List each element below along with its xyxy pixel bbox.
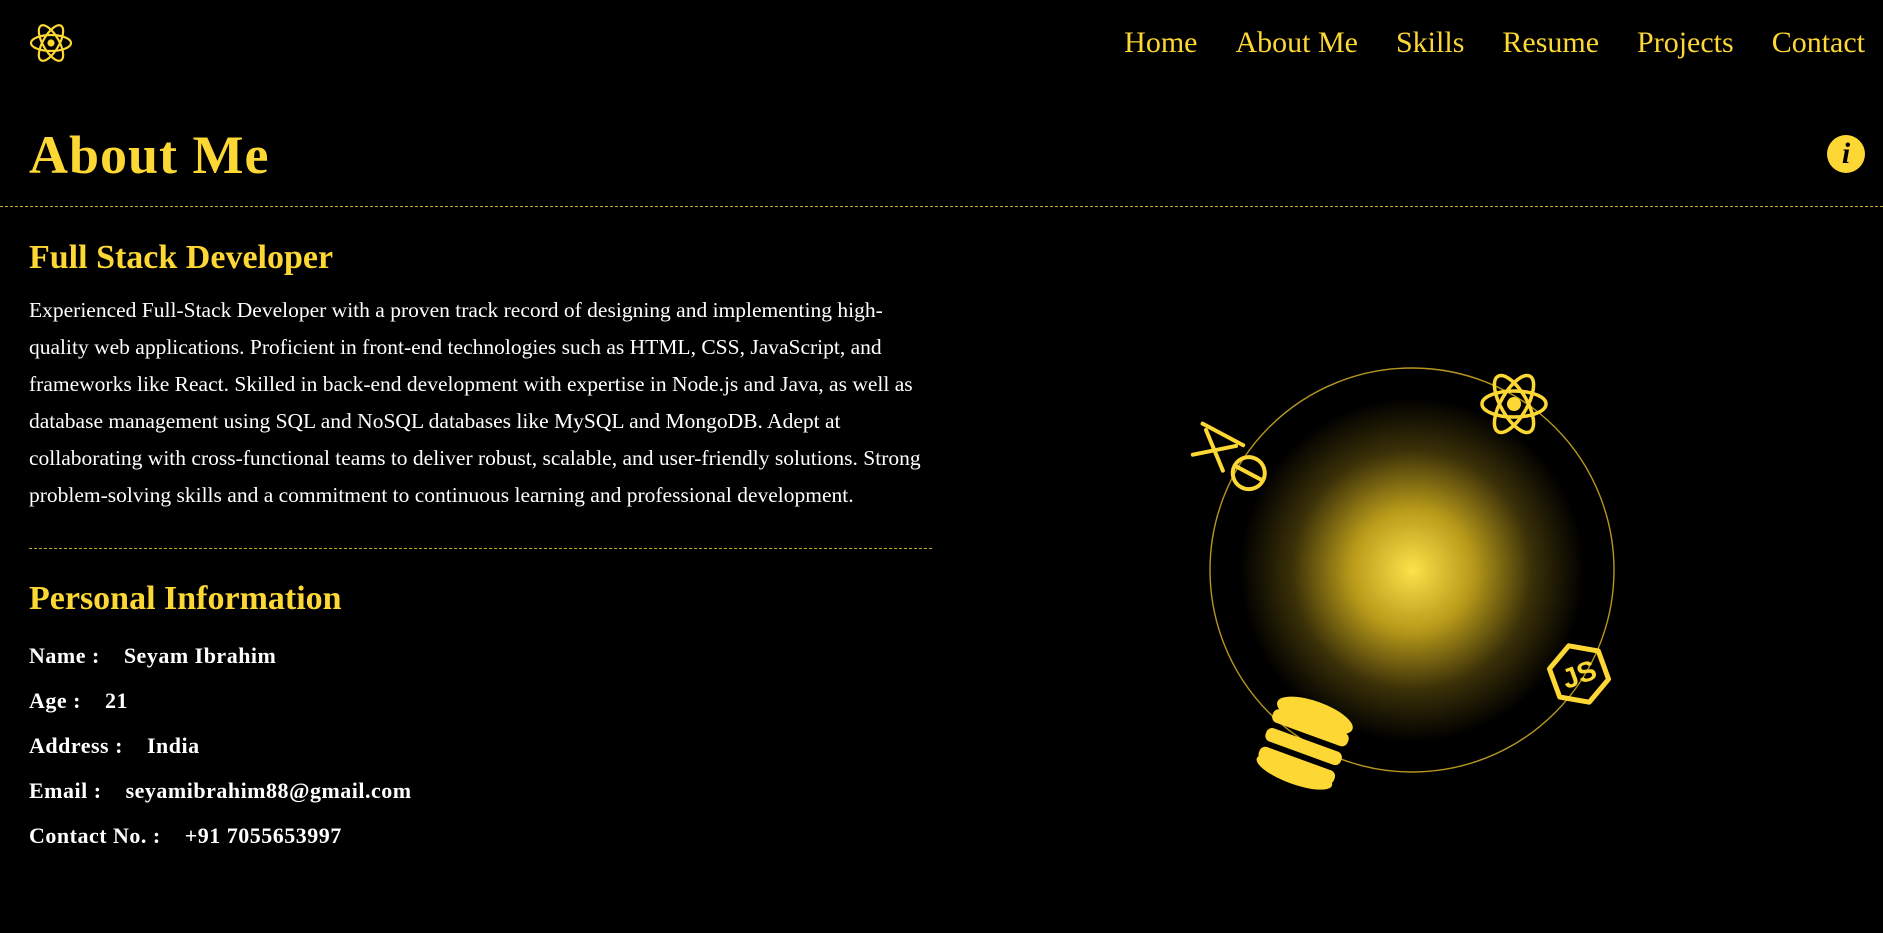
info-label: Email : (29, 778, 102, 803)
info-icon[interactable]: i (1827, 135, 1865, 173)
info-value: India (146, 733, 200, 758)
personal-info-heading: Personal Information (29, 580, 342, 617)
info-value: 21 (104, 688, 128, 713)
info-value: seyamibrahim88@gmail.com (125, 778, 412, 803)
site-header: Home About Me Skills Resume Projects Con… (0, 0, 1883, 86)
info-row-age: Age : 21 (29, 678, 934, 723)
react-atom-icon[interactable] (28, 20, 74, 66)
nav-contact[interactable]: Contact (1772, 22, 1865, 64)
info-value: +91 7055653997 (184, 823, 342, 848)
bio-text: Experienced Full-Stack Developer with a … (29, 298, 921, 507)
svg-text:JS: JS (1558, 654, 1601, 695)
nav-about-me[interactable]: About Me (1236, 22, 1359, 64)
glow-sphere (1240, 398, 1584, 742)
section-divider (29, 548, 932, 549)
tech-orbit-graphic: JS (1170, 330, 1660, 820)
info-row-address: Address : India (29, 723, 934, 768)
info-label: Name : (29, 643, 100, 668)
role-heading: Full Stack Developer (29, 239, 334, 276)
title-divider (0, 206, 1883, 207)
info-row-email: Email : seyamibrahim88@gmail.com (29, 768, 934, 813)
nav-skills[interactable]: Skills (1396, 22, 1464, 64)
nav-projects[interactable]: Projects (1637, 22, 1734, 64)
info-label: Address : (29, 733, 123, 758)
about-section: Full Stack Developer Experienced Full-St… (29, 230, 934, 858)
main-nav: Home About Me Skills Resume Projects Con… (1124, 22, 1865, 64)
info-row-contact: Contact No. : +91 7055653997 (29, 813, 934, 858)
personal-info: Personal Information Name : Seyam Ibrahi… (29, 571, 934, 858)
info-label: Contact No. : (29, 823, 161, 848)
page-title: About Me (29, 125, 270, 185)
page: Home About Me Skills Resume Projects Con… (0, 0, 1883, 933)
nav-resume[interactable]: Resume (1502, 22, 1599, 64)
info-label: Age : (29, 688, 81, 713)
info-row-name: Name : Seyam Ibrahim (29, 633, 934, 678)
tech-orbit-svg: JS (1190, 367, 1615, 790)
info-value: Seyam Ibrahim (123, 643, 277, 668)
nav-home[interactable]: Home (1124, 22, 1197, 64)
